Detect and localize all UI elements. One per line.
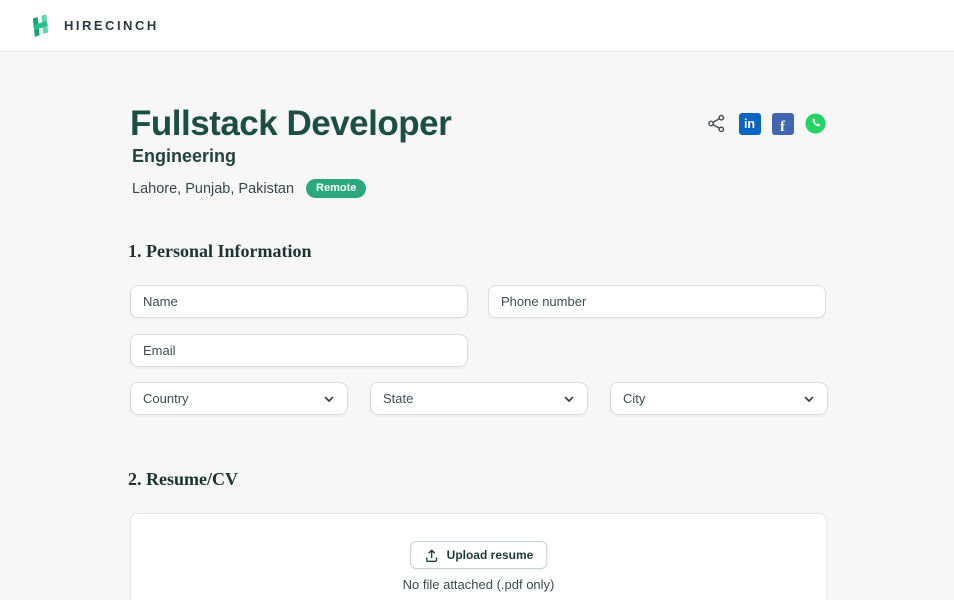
chevron-down-icon xyxy=(324,396,334,402)
chevron-down-icon xyxy=(564,396,574,402)
job-location-row: Lahore, Punjab, Pakistan Remote xyxy=(132,179,367,198)
upload-icon xyxy=(425,549,437,562)
facebook-icon: f xyxy=(771,112,794,135)
share-button[interactable] xyxy=(705,112,728,135)
resume-upload-card: Upload resume No file attached (.pdf onl… xyxy=(130,513,827,600)
job-location: Lahore, Punjab, Pakistan xyxy=(132,180,295,197)
section-heading-resume-cv: 2. Resume/CV xyxy=(128,469,238,489)
city-select[interactable]: City xyxy=(610,382,828,415)
whatsapp-icon xyxy=(805,113,826,134)
whatsapp-share-button[interactable] xyxy=(804,112,827,135)
state-select[interactable]: State xyxy=(370,382,588,415)
share-icon xyxy=(708,114,725,133)
hirecinch-logo-icon xyxy=(32,14,49,37)
name-input[interactable] xyxy=(130,285,468,318)
brand-logo-link[interactable]: HIRECINCH xyxy=(27,12,159,39)
job-department: Engineering xyxy=(132,146,237,166)
country-select-label: Country xyxy=(143,391,189,406)
upload-resume-button[interactable]: Upload resume xyxy=(409,541,548,569)
city-select-label: City xyxy=(623,391,646,406)
linkedin-icon: in xyxy=(738,112,761,135)
job-title: Fullstack Developer xyxy=(130,104,452,143)
top-navbar: HIRECINCH xyxy=(0,0,954,52)
share-icons-row: in f xyxy=(705,112,827,135)
phone-number-input[interactable] xyxy=(488,285,826,318)
section-heading-personal-information: 1. Personal Information xyxy=(128,241,312,261)
remote-badge: Remote xyxy=(306,179,367,198)
linkedin-share-button[interactable]: in xyxy=(738,112,761,135)
chevron-down-icon xyxy=(804,396,814,402)
facebook-share-button[interactable]: f xyxy=(771,112,794,135)
attachment-status-text: No file attached (.pdf only) xyxy=(402,577,555,592)
email-input[interactable] xyxy=(130,334,468,367)
job-application-page: HIRECINCH Fullstack Developer in f Engin… xyxy=(0,0,954,600)
upload-resume-label: Upload resume xyxy=(446,548,534,562)
country-select[interactable]: Country xyxy=(130,382,348,415)
state-select-label: State xyxy=(383,391,414,406)
brand-name: HIRECINCH xyxy=(64,18,159,33)
